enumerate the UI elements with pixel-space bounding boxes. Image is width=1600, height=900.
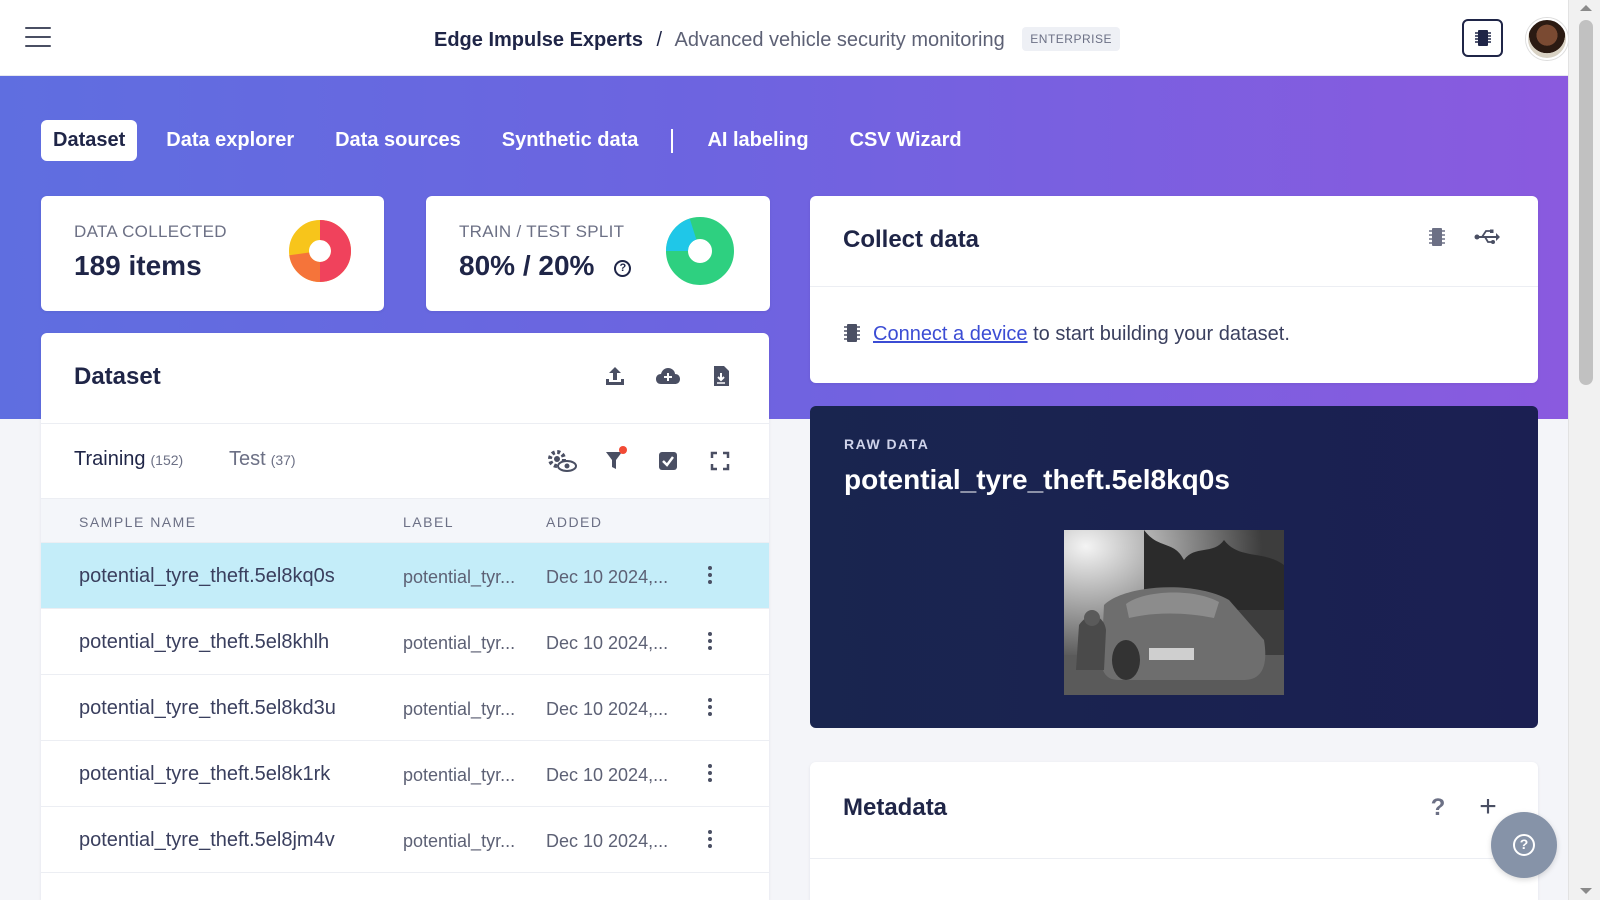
dataset-subtabs: Training (152) Test (37) <box>41 423 769 498</box>
sample-added: Dec 10 2024,... <box>546 699 669 719</box>
chip-icon <box>1474 30 1491 46</box>
breadcrumb: Edge Impulse Experts / Advanced vehicle … <box>434 27 1120 52</box>
tab-training-label: Training <box>74 448 146 470</box>
tab-training-count: (152) <box>150 452 184 468</box>
collect-data-title: Collect data <box>843 226 980 253</box>
metadata-divider <box>810 858 1538 859</box>
tab-data-sources[interactable]: Data sources <box>323 120 473 161</box>
sample-label: potential_tyr... <box>403 567 516 587</box>
metadata-card: Metadata ? + <box>810 762 1538 900</box>
collect-data-message: Connect a device to start building your … <box>843 322 1290 346</box>
train-test-split-card: TRAIN / TEST SPLIT 80% / 20%? <box>426 196 770 311</box>
table-header: SAMPLE NAME LABEL ADDED <box>41 498 769 542</box>
table-row[interactable]: potential_tyre_theft.5el8kd3u potential_… <box>41 674 769 740</box>
column-label[interactable]: LABEL <box>403 514 454 530</box>
table-row <box>41 872 769 900</box>
sample-image <box>1064 530 1284 695</box>
help-icon: ? <box>1513 834 1535 856</box>
data-collected-donut-icon <box>289 220 351 282</box>
data-collected-card: DATA COLLECTED 189 items <box>41 196 384 311</box>
top-bar: Edge Impulse Experts / Advanced vehicle … <box>0 0 1568 76</box>
table-row[interactable]: potential_tyre_theft.5el8k1rk potential_… <box>41 740 769 806</box>
tab-test-label: Test <box>229 448 266 470</box>
tab-test[interactable]: Test (37) <box>229 448 296 471</box>
row-menu-icon[interactable] <box>705 698 715 718</box>
row-menu-icon[interactable] <box>705 566 715 586</box>
help-chat-button[interactable]: ? <box>1491 812 1557 878</box>
cloud-add-icon[interactable] <box>655 363 681 389</box>
column-sample-name[interactable]: SAMPLE NAME <box>79 514 197 530</box>
dataset-panel: Dataset Training (152) Test (37) SAMPLE NA… <box>41 333 769 900</box>
metadata-title: Metadata <box>843 794 948 821</box>
tab-data-explorer[interactable]: Data explorer <box>154 120 306 161</box>
row-menu-icon[interactable] <box>705 830 715 850</box>
tab-dataset[interactable]: Dataset <box>41 120 138 161</box>
tab-bar: Dataset Data explorer Data sources Synth… <box>41 120 991 161</box>
tab-csv-wizard[interactable]: CSV Wizard <box>838 120 974 161</box>
breadcrumb-project: Advanced vehicle security monitoring <box>674 29 1005 51</box>
chip-icon <box>844 324 860 342</box>
filter-icon[interactable] <box>603 446 629 472</box>
add-metadata-icon[interactable]: + <box>1475 790 1501 823</box>
sample-label: potential_tyr... <box>403 699 516 719</box>
collect-data-divider <box>810 286 1538 287</box>
sample-name: potential_tyre_theft.5el8kq0s <box>79 565 335 587</box>
scroll-down-arrow-icon[interactable] <box>1580 888 1592 894</box>
train-test-split-value-wrap: 80% / 20%? <box>459 250 632 282</box>
table-row[interactable]: potential_tyre_theft.5el8jm4v potential_… <box>41 806 769 872</box>
tab-training[interactable]: Training (152) <box>74 448 183 471</box>
enterprise-badge: ENTERPRISE <box>1022 27 1120 51</box>
collect-data-card: Collect data Connect a device to start b… <box>810 196 1538 383</box>
scrollbar-thumb[interactable] <box>1579 20 1593 385</box>
raw-data-label: RAW DATA <box>844 436 930 452</box>
collect-data-message-rest: to start building your dataset. <box>1027 323 1290 345</box>
tab-divider <box>671 128 674 153</box>
sample-label: potential_tyr... <box>403 831 516 851</box>
sample-label: potential_tyr... <box>403 765 516 785</box>
row-menu-icon[interactable] <box>705 764 715 784</box>
help-icon[interactable]: ? <box>614 260 632 277</box>
tab-test-count: (37) <box>270 452 296 468</box>
usb-icon[interactable] <box>1474 224 1500 250</box>
row-menu-icon[interactable] <box>705 632 715 652</box>
view-settings-icon[interactable] <box>546 448 578 474</box>
metadata-help-icon[interactable]: ? <box>1425 794 1451 821</box>
menu-icon[interactable] <box>25 27 51 49</box>
train-test-split-value: 80% / 20% <box>459 250 595 281</box>
sample-name: potential_tyre_theft.5el8kd3u <box>79 697 336 719</box>
upload-icon[interactable] <box>602 363 628 389</box>
train-test-split-label: TRAIN / TEST SPLIT <box>459 222 625 241</box>
train-test-donut-icon <box>666 217 734 285</box>
table-row[interactable]: potential_tyre_theft.5el8khlh potential_… <box>41 608 769 674</box>
tab-ai-labeling[interactable]: AI labeling <box>695 120 820 161</box>
data-collected-value: 189 items <box>74 250 202 281</box>
download-file-icon[interactable] <box>708 363 734 389</box>
tab-synthetic-data[interactable]: Synthetic data <box>490 120 651 161</box>
sample-added: Dec 10 2024,... <box>546 633 669 653</box>
dataset-title: Dataset <box>74 363 161 390</box>
expand-icon[interactable] <box>707 448 733 474</box>
scroll-up-arrow-icon[interactable] <box>1580 5 1592 11</box>
sample-added: Dec 10 2024,... <box>546 765 669 785</box>
breadcrumb-separator: / <box>656 29 663 51</box>
column-added[interactable]: ADDED <box>546 514 603 530</box>
table-row[interactable]: potential_tyre_theft.5el8kq0s potential_… <box>41 542 769 608</box>
sample-added: Dec 10 2024,... <box>546 831 669 851</box>
connect-device-link[interactable]: Connect a device <box>873 323 1028 345</box>
sample-name: potential_tyre_theft.5el8jm4v <box>79 829 335 851</box>
select-checkbox-icon[interactable] <box>655 448 681 474</box>
scrollbar[interactable] <box>1568 0 1600 900</box>
breadcrumb-org[interactable]: Edge Impulse Experts <box>434 29 643 51</box>
raw-data-title: potential_tyre_theft.5el8kq0s <box>844 464 1230 495</box>
chip-icon[interactable] <box>1424 224 1450 250</box>
sample-label: potential_tyr... <box>403 633 516 653</box>
sample-added: Dec 10 2024,... <box>546 567 669 587</box>
device-button[interactable] <box>1462 19 1503 57</box>
avatar[interactable] <box>1526 18 1568 60</box>
sample-name: potential_tyre_theft.5el8k1rk <box>79 763 331 785</box>
data-collected-label: DATA COLLECTED <box>74 222 227 241</box>
raw-data-panel: RAW DATA potential_tyre_theft.5el8kq0s <box>810 406 1538 728</box>
sample-name: potential_tyre_theft.5el8khlh <box>79 631 330 653</box>
